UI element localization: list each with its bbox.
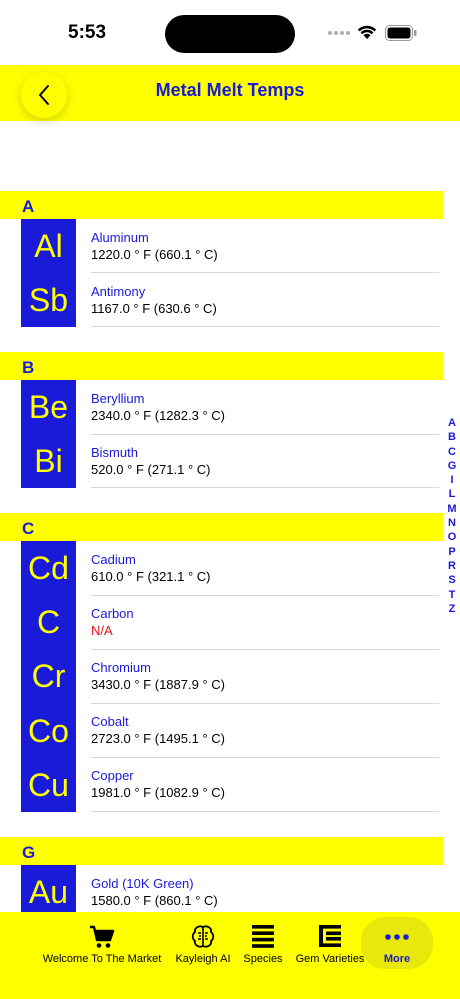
- melt-temp: 1580.0 ° F (860.1 ° C): [91, 893, 218, 908]
- element-symbol: Be: [28, 389, 69, 425]
- row-divider: [91, 487, 439, 488]
- list-icon: [252, 925, 274, 948]
- element-symbol: Cd: [28, 550, 69, 586]
- cellular-signal-icon: [328, 31, 350, 35]
- status-bar: 5:53: [0, 0, 460, 64]
- section-header-g: G: [0, 837, 443, 865]
- tab-label: Gem Varieties: [295, 953, 365, 965]
- element-symbol: Sb: [28, 282, 69, 318]
- index-letter[interactable]: N: [444, 516, 460, 530]
- melt-temp: 1981.0 ° F (1082.9 ° C): [91, 785, 225, 800]
- index-letter[interactable]: T: [444, 588, 460, 602]
- section-header-b: B: [0, 352, 443, 380]
- nav-bar: Metal Melt Temps: [0, 65, 460, 121]
- index-letter[interactable]: S: [444, 573, 460, 587]
- list-item[interactable]: Gold (10K Green) 1580.0 ° F (860.1 ° C): [91, 865, 439, 919]
- list-item[interactable]: Carbon N/A: [91, 595, 439, 649]
- index-letter[interactable]: Z: [444, 602, 460, 616]
- metal-name: Cobalt: [91, 714, 129, 729]
- tab-bar: Welcome To The Market Kayleigh AI Specie…: [0, 912, 460, 999]
- row-divider: [91, 326, 439, 327]
- section-letter: G: [22, 843, 36, 862]
- element-symbol: Co: [28, 713, 69, 749]
- tab-more[interactable]: More: [362, 912, 432, 972]
- row-divider: [91, 811, 439, 812]
- wifi-icon: [357, 25, 377, 39]
- tab-label: More: [383, 953, 411, 965]
- battery-icon: [385, 25, 417, 41]
- tab-kayleigh-ai[interactable]: Kayleigh AI: [170, 912, 236, 972]
- index-letter[interactable]: L: [444, 487, 460, 501]
- index-letter[interactable]: B: [444, 430, 460, 444]
- page-title: Metal Melt Temps: [155, 80, 305, 100]
- index-letter[interactable]: I: [444, 473, 460, 487]
- index-letter[interactable]: P: [444, 545, 460, 559]
- section-letter: C: [22, 519, 35, 538]
- tab-label: Species: [243, 953, 283, 965]
- varieties-icon: [319, 925, 341, 947]
- metal-name: Chromium: [91, 660, 151, 675]
- list-item[interactable]: Aluminum 1220.0 ° F (660.1 ° C): [91, 219, 439, 273]
- melt-temp: 3430.0 ° F (1887.9 ° C): [91, 677, 225, 692]
- section-letter: B: [22, 358, 35, 377]
- metal-name: Antimony: [91, 284, 146, 299]
- list-item[interactable]: Beryllium 2340.0 ° F (1282.3 ° C): [91, 380, 439, 434]
- element-symbol: Cr: [31, 658, 66, 694]
- tab-species[interactable]: Species: [238, 912, 288, 972]
- brain-icon: [191, 925, 215, 948]
- index-letter[interactable]: A: [444, 416, 460, 430]
- melt-temp: 1220.0 ° F (660.1 ° C): [91, 247, 218, 262]
- metal-name: Copper: [91, 768, 134, 783]
- melt-temp: 520.0 ° F (271.1 ° C): [91, 462, 211, 477]
- list-item[interactable]: Cadium 610.0 ° F (321.1 ° C): [91, 541, 439, 595]
- metal-name: Bismuth: [91, 445, 138, 460]
- list-item[interactable]: Cobalt 2723.0 ° F (1495.1 ° C): [91, 703, 439, 757]
- metal-name: Aluminum: [91, 230, 149, 245]
- section-header-a: A: [0, 191, 443, 219]
- melt-temp: 2340.0 ° F (1282.3 ° C): [91, 408, 225, 423]
- element-symbol: C: [36, 604, 61, 640]
- melt-temp: 610.0 ° F (321.1 ° C): [91, 569, 211, 584]
- index-letter[interactable]: C: [444, 445, 460, 459]
- more-icon: [385, 934, 409, 940]
- section-index[interactable]: A B C G I L M N O P R S T Z: [444, 416, 460, 616]
- index-letter[interactable]: G: [444, 459, 460, 473]
- cart-icon: [90, 925, 115, 948]
- metal-name: Gold (10K Green): [91, 876, 194, 891]
- element-symbol: Cu: [28, 767, 69, 803]
- symbol-column: Al Sb: [21, 219, 76, 327]
- element-symbol: Bi: [34, 443, 63, 479]
- list-item[interactable]: Antimony 1167.0 ° F (630.6 ° C): [91, 273, 439, 327]
- symbol-column: Au: [21, 865, 76, 919]
- status-time: 5:53: [68, 22, 107, 43]
- symbol-column: Cd C Cr Co Cu: [21, 541, 76, 812]
- list-item[interactable]: Chromium 3430.0 ° F (1887.9 ° C): [91, 649, 439, 703]
- melt-temp: 2723.0 ° F (1495.1 ° C): [91, 731, 225, 746]
- index-letter[interactable]: O: [444, 530, 460, 544]
- melt-temp: N/A: [91, 623, 113, 638]
- dynamic-island: [165, 15, 295, 53]
- melt-temp: 1167.0 ° F (630.6 ° C): [91, 301, 217, 316]
- tab-label: Welcome To The Market: [42, 953, 162, 965]
- tab-label: Kayleigh AI: [175, 953, 231, 965]
- symbol-column: Be Bi: [21, 380, 76, 488]
- section-header-c: C: [0, 513, 443, 541]
- index-letter[interactable]: M: [444, 502, 460, 516]
- index-letter[interactable]: R: [444, 559, 460, 573]
- list-item[interactable]: Copper 1981.0 ° F (1082.9 ° C): [91, 757, 439, 811]
- element-symbol: Au: [28, 874, 69, 910]
- tab-welcome-to-the-market[interactable]: Welcome To The Market: [38, 912, 166, 972]
- metal-name: Cadium: [91, 552, 136, 567]
- section-letter: A: [22, 197, 35, 216]
- metal-name: Carbon: [91, 606, 134, 621]
- list-item[interactable]: Bismuth 520.0 ° F (271.1 ° C): [91, 434, 439, 488]
- metal-name: Beryllium: [91, 391, 145, 406]
- element-symbol: Al: [34, 228, 63, 264]
- tab-gem-varieties[interactable]: Gem Varieties: [292, 912, 368, 972]
